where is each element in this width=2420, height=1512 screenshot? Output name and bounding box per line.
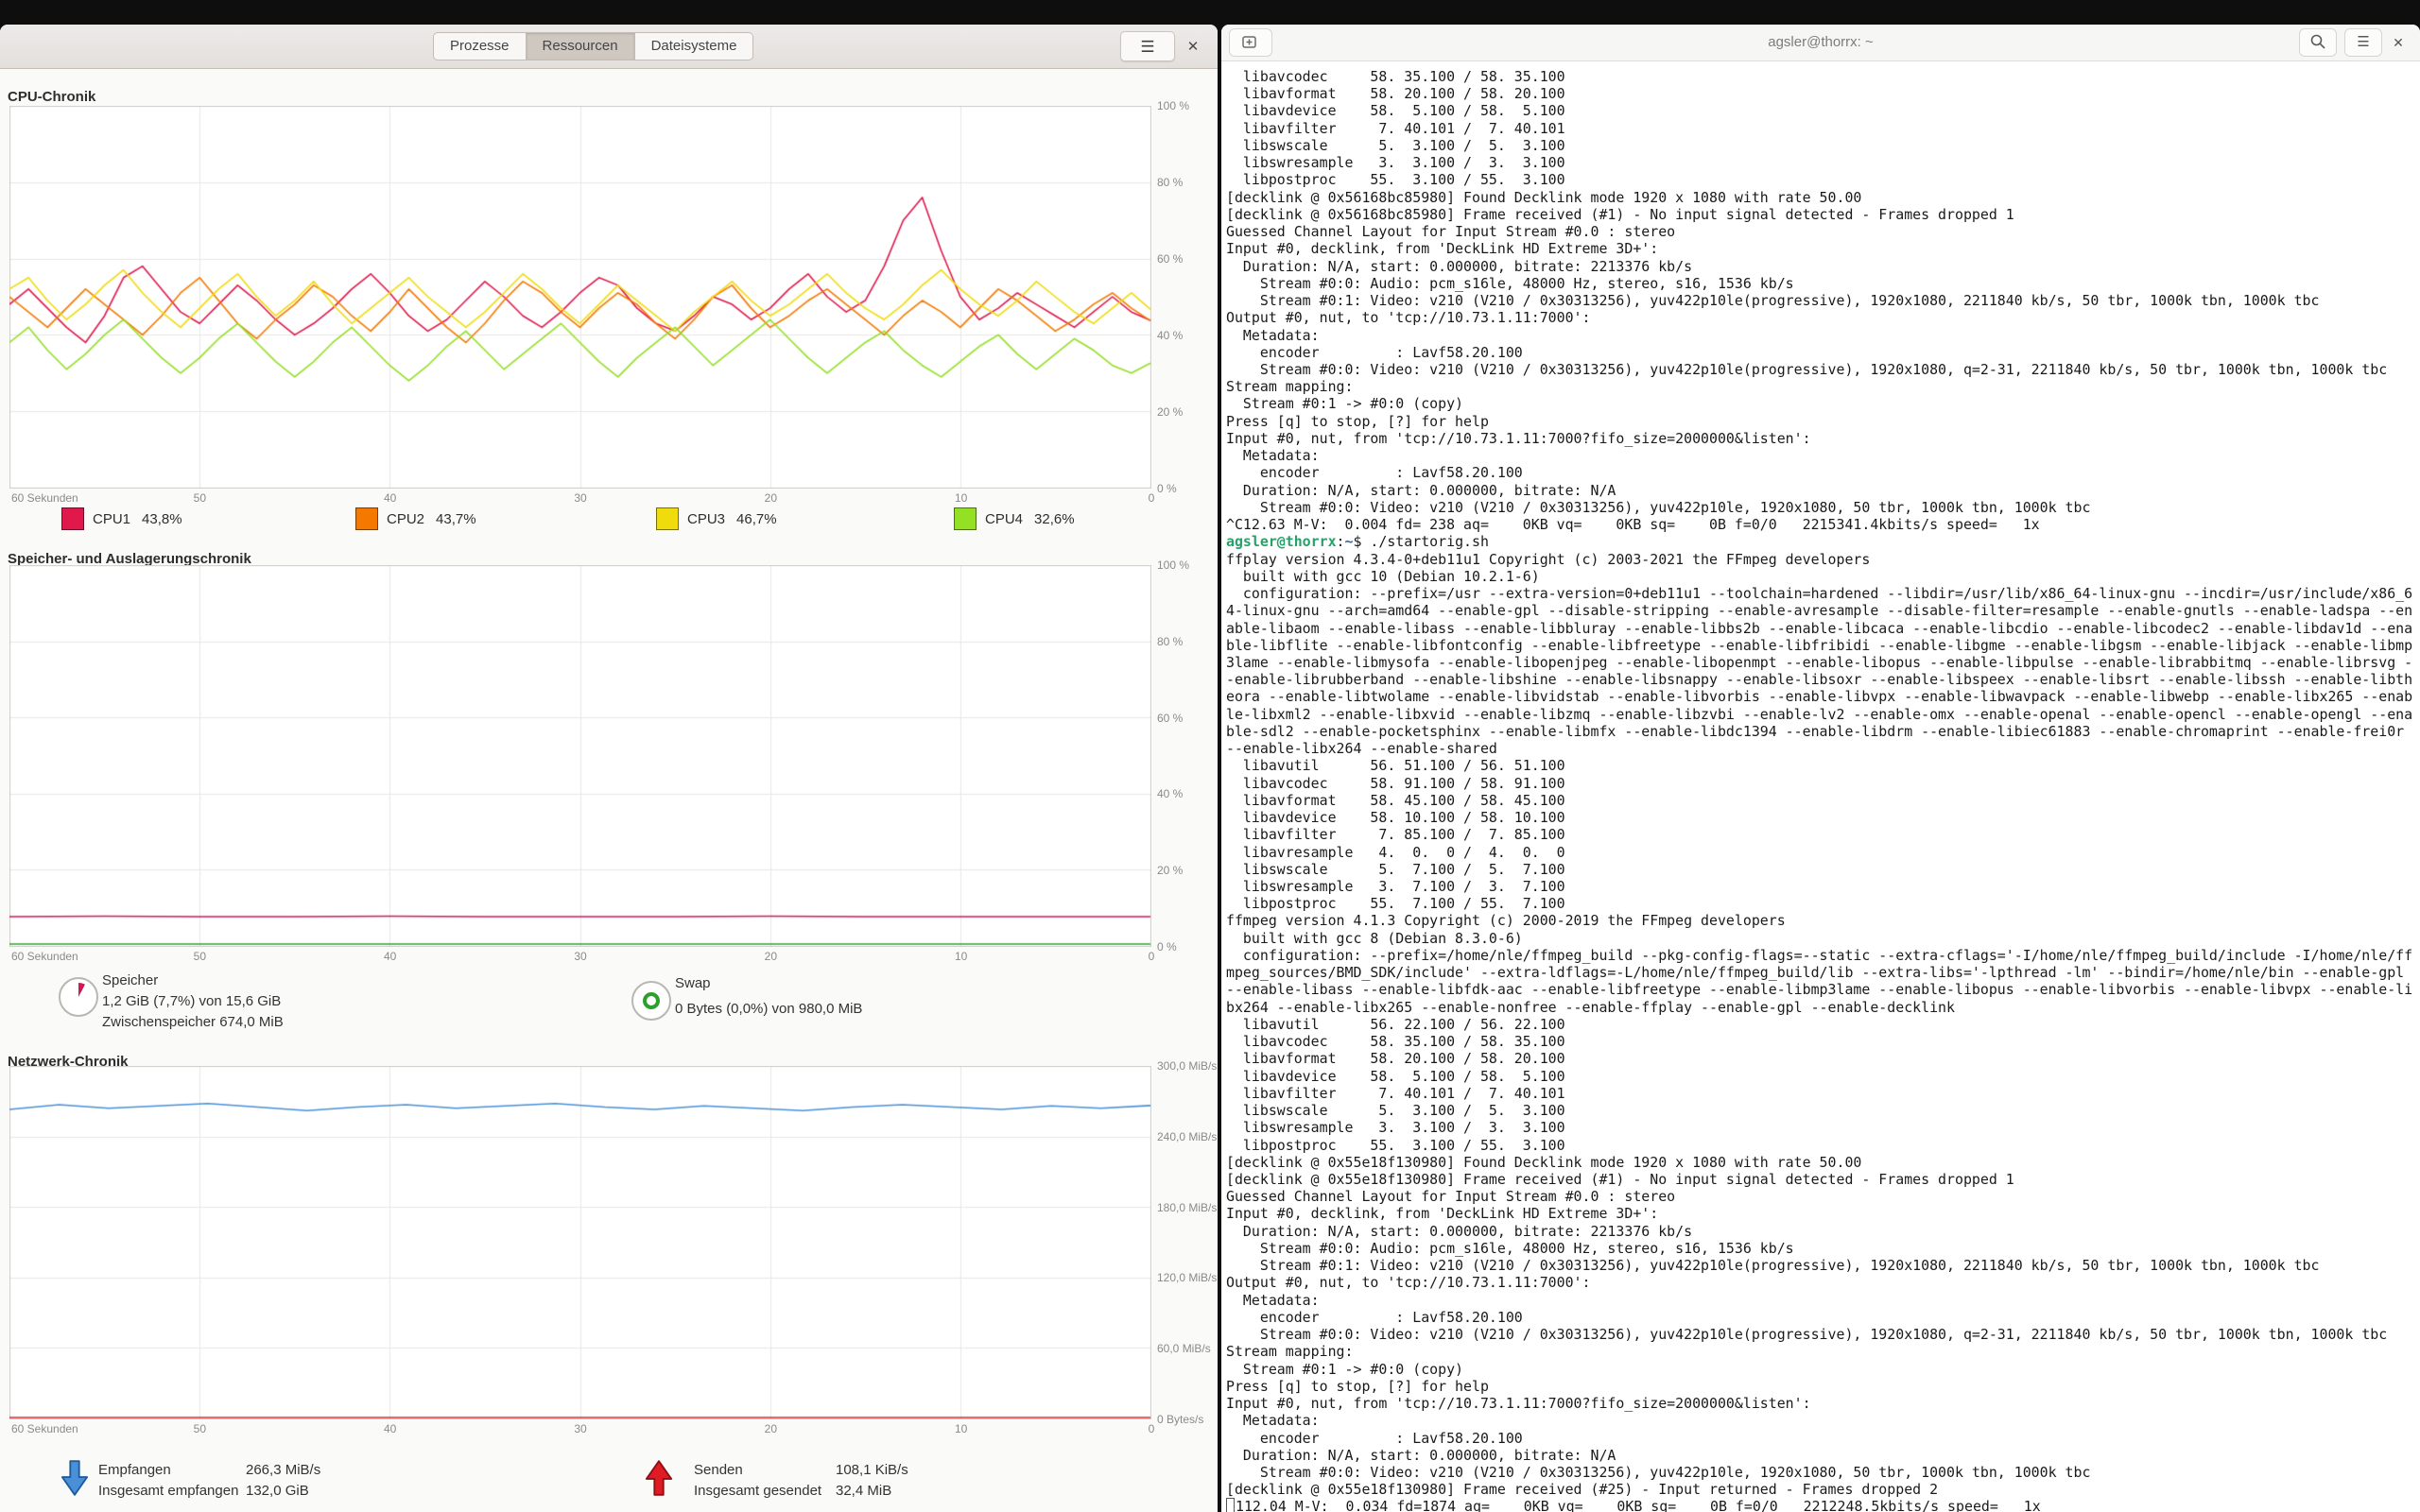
hamburger-icon: ☰ bbox=[2357, 34, 2369, 50]
terminal-screen[interactable]: libavcodec 58. 35.100 / 58. 35.100 libav… bbox=[1221, 60, 2420, 1512]
memory-pie-icon bbox=[59, 977, 98, 1017]
terminal-menu-button[interactable]: ☰ bbox=[2344, 28, 2382, 57]
swap-pie-icon bbox=[631, 981, 671, 1021]
memory-history-graph bbox=[9, 565, 1151, 947]
terminal-close-button[interactable]: ✕ bbox=[2388, 32, 2409, 53]
network-history-graph bbox=[9, 1066, 1151, 1419]
system-monitor-window: Prozesse Ressourcen Dateisysteme ☰ ✕ CPU… bbox=[0, 25, 1218, 1512]
new-tab-icon bbox=[1241, 38, 1260, 52]
cpu-history-graph bbox=[9, 106, 1151, 489]
close-button[interactable]: ✕ bbox=[1182, 36, 1204, 59]
cpu3-color-swatch bbox=[656, 507, 679, 530]
send-label: Senden bbox=[694, 1462, 743, 1478]
terminal-headerbar: agsler@thorrx: ~ ☰ ✕ bbox=[1221, 25, 2420, 61]
receive-rate-value: 266,3 MiB/s bbox=[246, 1462, 320, 1478]
monitor-headerbar: Prozesse Ressourcen Dateisysteme ☰ ✕ bbox=[0, 25, 1218, 69]
download-arrow-icon bbox=[60, 1459, 89, 1502]
new-tab-button[interactable] bbox=[1229, 28, 1272, 57]
cpu2-value: 43,7% bbox=[436, 511, 476, 527]
receive-label: Empfangen bbox=[98, 1462, 171, 1478]
memory-cache-text: Zwischenspeicher 674,0 MiB bbox=[102, 1014, 284, 1030]
swap-usage-text: 0 Bytes (0,0%) von 980,0 MiB bbox=[675, 1001, 862, 1017]
tab-ressourcen[interactable]: Ressourcen bbox=[527, 32, 635, 60]
cpu1-value: 43,8% bbox=[142, 511, 182, 527]
cpu2-legend: CPU2 43,7% bbox=[355, 507, 476, 530]
cpu3-value: 46,7% bbox=[736, 511, 777, 527]
cpu3-legend: CPU3 46,7% bbox=[656, 507, 777, 530]
receive-total-value: 132,0 GiB bbox=[246, 1483, 309, 1499]
monitor-tabs: Prozesse Ressourcen Dateisysteme bbox=[433, 32, 753, 60]
desktop: Prozesse Ressourcen Dateisysteme ☰ ✕ CPU… bbox=[0, 0, 2420, 1512]
tab-dateisysteme[interactable]: Dateisysteme bbox=[635, 32, 754, 60]
send-total-value: 32,4 MiB bbox=[836, 1483, 891, 1499]
terminal-title: agsler@thorrx: ~ bbox=[1221, 25, 2420, 60]
hamburger-icon: ☰ bbox=[1140, 38, 1154, 56]
send-rate-value: 108,1 KiB/s bbox=[836, 1462, 908, 1478]
cpu-x-axis-labels: 60 Sekunden50403020100 bbox=[9, 491, 1151, 506]
cpu4-value: 32,6% bbox=[1034, 511, 1075, 527]
cpu-section-title: CPU-Chronik bbox=[8, 89, 95, 105]
receive-total-label: Insgesamt empfangen bbox=[98, 1483, 238, 1499]
upload-arrow-icon bbox=[645, 1459, 673, 1502]
cpu3-label: CPU3 bbox=[687, 511, 725, 527]
network-chart: 300,0 MiB/s240,0 MiB/s180,0 MiB/s120,0 M… bbox=[9, 1066, 1151, 1419]
cpu-chart: 100 %80 %60 %40 %20 %0 % 60 Sekunden5040… bbox=[9, 106, 1151, 489]
terminal-cursor bbox=[1226, 1498, 1235, 1512]
cpu2-label: CPU2 bbox=[387, 511, 424, 527]
search-icon bbox=[2309, 39, 2326, 53]
cpu1-label: CPU1 bbox=[93, 511, 130, 527]
tab-prozesse[interactable]: Prozesse bbox=[433, 32, 527, 60]
memory-x-axis-labels: 60 Sekunden50403020100 bbox=[9, 950, 1151, 964]
cpu1-color-swatch bbox=[61, 507, 84, 530]
cpu4-label: CPU4 bbox=[985, 511, 1023, 527]
cpu1-legend: CPU1 43,8% bbox=[61, 507, 182, 530]
cpu4-legend: CPU4 32,6% bbox=[954, 507, 1075, 530]
search-button[interactable] bbox=[2299, 28, 2337, 57]
menu-button[interactable]: ☰ bbox=[1120, 31, 1175, 61]
send-total-label: Insgesamt gesendet bbox=[694, 1483, 821, 1499]
cpu4-color-swatch bbox=[954, 507, 977, 530]
memory-chart: 100 %80 %60 %40 %20 %0 % 60 Sekunden5040… bbox=[9, 565, 1151, 947]
network-x-axis-labels: 60 Sekunden50403020100 bbox=[9, 1422, 1151, 1436]
swap-label: Swap bbox=[675, 975, 711, 991]
memory-usage-text: 1,2 GiB (7,7%) von 15,6 GiB bbox=[102, 993, 281, 1009]
terminal-window: agsler@thorrx: ~ ☰ ✕ libavcodec 58. 35.1… bbox=[1221, 25, 2420, 1512]
memory-label: Speicher bbox=[102, 972, 158, 988]
cpu2-color-swatch bbox=[355, 507, 378, 530]
